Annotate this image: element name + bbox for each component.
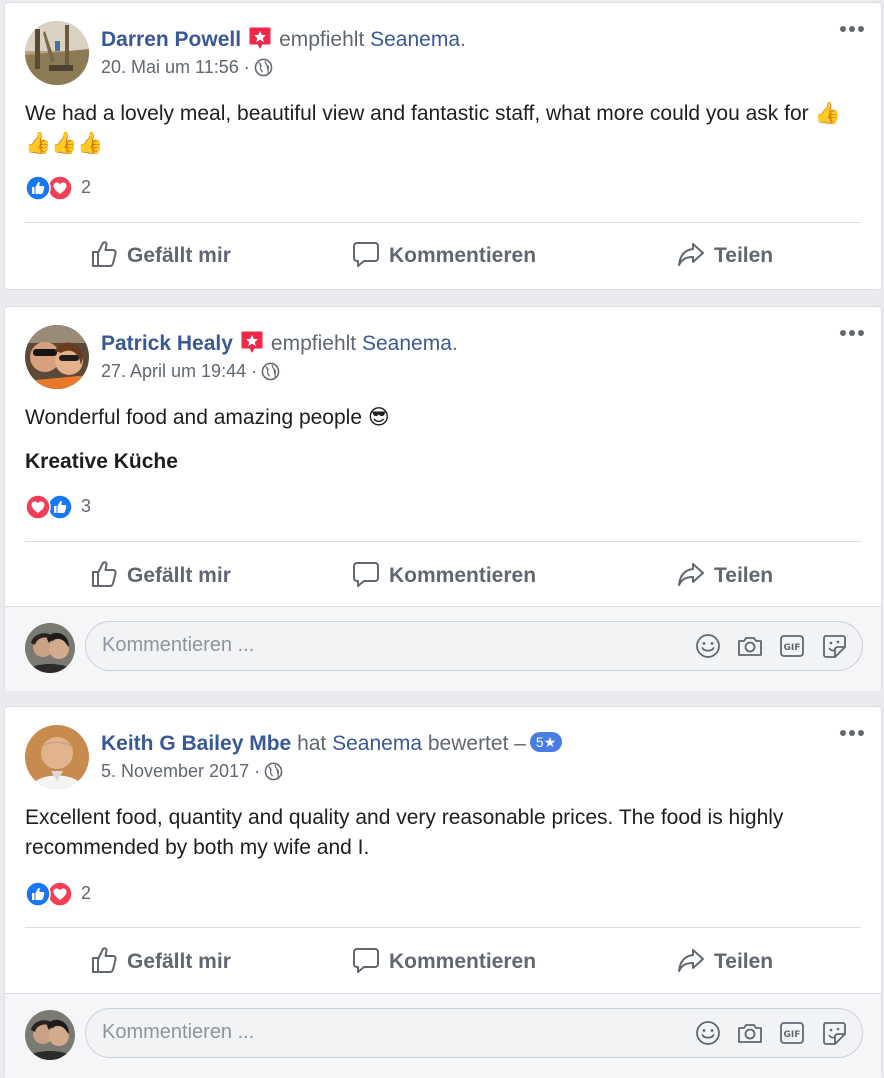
globe-icon[interactable]	[261, 362, 280, 381]
share-label: Teilen	[714, 564, 774, 587]
action-verb: empfiehlt	[270, 332, 357, 355]
comment-button[interactable]: Kommentieren	[351, 239, 536, 269]
author-name[interactable]: Keith G Bailey Mbe	[101, 732, 291, 755]
share-button[interactable]: Teilen	[676, 559, 773, 589]
action-verb: hat	[297, 732, 327, 755]
comment-button[interactable]: Kommentieren	[351, 945, 536, 975]
globe-icon[interactable]	[254, 58, 273, 77]
rating-badge: 5★	[529, 732, 563, 752]
comment-icon	[351, 559, 381, 589]
meta-separator: ·	[254, 761, 261, 781]
page-link[interactable]: Seanema	[332, 732, 422, 755]
comment-input[interactable]: Kommentieren ...	[85, 1008, 863, 1058]
reaction-count: 2	[81, 883, 92, 903]
post-meta: 27. April um 19:44 ·	[101, 361, 280, 382]
page-link[interactable]: Seanema	[370, 28, 460, 51]
post-card: Keith G Bailey Mbe hat Seanema bewertet …	[4, 706, 882, 1078]
comment-icon	[351, 239, 381, 269]
gif-icon[interactable]	[778, 1019, 806, 1047]
composer-tools	[680, 632, 848, 662]
like-button[interactable]: Gefällt mir	[89, 239, 231, 269]
divider	[25, 927, 861, 928]
page-link[interactable]: Seanema	[362, 332, 452, 355]
comment-input[interactable]: Kommentieren ...	[85, 621, 863, 671]
share-button[interactable]: Teilen	[676, 945, 773, 975]
like-label: Gefällt mir	[127, 564, 231, 587]
avatar[interactable]	[25, 725, 89, 789]
post-text: Excellent food, quantity and quality and…	[25, 806, 784, 859]
meta-separator: ·	[251, 361, 258, 381]
emoji-icon[interactable]	[694, 1019, 722, 1047]
more-icon[interactable]	[837, 723, 867, 743]
post-text: We had a lovely meal, beautiful view and…	[25, 102, 841, 155]
post-header: Darren Powell empfiehlt Seanema.	[101, 25, 466, 55]
header-tail: .	[460, 28, 466, 51]
reaction-count: 2	[81, 177, 92, 197]
thumbs-up-icon	[89, 945, 119, 975]
post-header: Patrick Healy empfiehlt Seanema.	[101, 329, 458, 359]
post-text: Wonderful food and amazing people 😎	[25, 406, 390, 429]
avatar[interactable]	[25, 325, 89, 389]
like-reaction-icon	[25, 175, 51, 201]
header-tail: bewertet –	[427, 732, 526, 755]
post-header: Keith G Bailey Mbe hat Seanema bewertet …	[101, 729, 563, 759]
divider	[25, 541, 861, 542]
emoji-icon[interactable]	[694, 632, 722, 660]
post-card: Patrick Healy empfiehlt Seanema. 27. Apri…	[4, 306, 882, 691]
share-icon	[676, 559, 706, 589]
globe-icon[interactable]	[264, 762, 283, 781]
comment-label: Kommentieren	[389, 244, 537, 267]
avatar[interactable]	[25, 21, 89, 85]
recommend-badge-icon	[247, 25, 273, 51]
timestamp[interactable]: 27. April um 19:44	[101, 361, 246, 381]
post-meta: 20. Mai um 11:56 ·	[101, 57, 273, 78]
header-tail: .	[451, 332, 458, 355]
share-label: Teilen	[714, 950, 774, 973]
sticker-icon[interactable]	[820, 632, 848, 660]
share-label: Teilen	[714, 244, 774, 267]
share-button[interactable]: Teilen	[676, 239, 773, 269]
user-avatar[interactable]	[25, 623, 75, 673]
sticker-icon[interactable]	[820, 1019, 848, 1047]
action-verb: empfiehlt	[279, 28, 365, 51]
like-label: Gefällt mir	[127, 950, 231, 973]
more-icon[interactable]	[837, 323, 867, 343]
tag-label: Kreative Küche	[25, 450, 178, 473]
comment-composer: Kommentieren ...	[5, 606, 881, 691]
like-label: Gefällt mir	[127, 244, 231, 267]
thumbs-up-icon	[89, 559, 119, 589]
composer-tools	[680, 1019, 848, 1049]
post-card: Darren Powell empfiehlt Seanema. 20. Mai …	[4, 2, 882, 290]
like-button[interactable]: Gefällt mir	[89, 559, 231, 589]
post-meta: 5. November 2017 ·	[101, 761, 283, 782]
comment-placeholder: Kommentieren ...	[102, 634, 255, 656]
share-icon	[676, 945, 706, 975]
reaction-count: 3	[81, 496, 92, 516]
more-icon[interactable]	[837, 19, 867, 39]
timestamp[interactable]: 5. November 2017	[101, 761, 249, 781]
recommend-badge-icon	[239, 329, 265, 355]
comment-button[interactable]: Kommentieren	[351, 559, 536, 589]
comment-label: Kommentieren	[389, 564, 537, 587]
share-icon	[676, 239, 706, 269]
user-avatar[interactable]	[25, 1010, 75, 1060]
divider	[25, 222, 861, 223]
timestamp[interactable]: 20. Mai um 11:56	[101, 57, 239, 77]
author-name[interactable]: Darren Powell	[101, 28, 241, 51]
love-reaction-icon	[25, 494, 51, 520]
comment-composer: Kommentieren ...	[5, 993, 881, 1078]
camera-icon[interactable]	[736, 632, 764, 660]
author-name[interactable]: Patrick Healy	[101, 332, 233, 355]
comment-placeholder: Kommentieren ...	[102, 1021, 255, 1043]
comment-icon	[351, 945, 381, 975]
thumbs-up-icon	[89, 239, 119, 269]
camera-icon[interactable]	[736, 1019, 764, 1047]
comment-label: Kommentieren	[389, 950, 537, 973]
gif-icon[interactable]	[778, 632, 806, 660]
meta-separator: ·	[243, 57, 250, 77]
like-reaction-icon	[25, 881, 51, 907]
like-button[interactable]: Gefällt mir	[89, 945, 231, 975]
